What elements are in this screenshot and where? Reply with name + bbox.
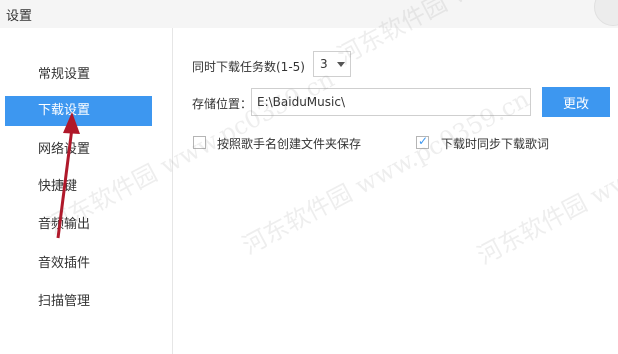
- sidebar-item-shortcuts[interactable]: 快捷键: [5, 172, 152, 202]
- task-count-label: 同时下载任务数(1-5): [192, 60, 305, 74]
- sidebar-item-download[interactable]: 下载设置: [5, 96, 152, 126]
- artist-folder-label: 按照歌手名创建文件夹保存: [217, 137, 362, 151]
- sidebar-item-audio-output[interactable]: 音频输出: [5, 210, 152, 240]
- window-control-button[interactable]: [594, 0, 618, 26]
- change-path-button[interactable]: 更改: [542, 87, 610, 117]
- sidebar-item-general[interactable]: 常规设置: [5, 60, 152, 90]
- sidebar-item-scan-management[interactable]: 扫描管理: [5, 287, 152, 317]
- sidebar-item-sound-effects[interactable]: 音效插件: [5, 249, 152, 279]
- sidebar-item-network[interactable]: 网络设置: [5, 135, 152, 165]
- checkmark-icon: ✓: [418, 134, 429, 148]
- storage-path-input[interactable]: [251, 88, 531, 116]
- chevron-down-icon: [337, 62, 345, 67]
- sync-lyrics-checkbox[interactable]: ✓: [416, 134, 429, 149]
- window-title: 设置: [6, 9, 33, 24]
- title-bar: 设置: [0, 0, 618, 28]
- task-count-select[interactable]: 3: [313, 51, 351, 77]
- storage-location-label: 存储位置：: [192, 97, 253, 111]
- settings-sidebar: 常规设置 下载设置 网络设置 快捷键 音频输出 音效插件 扫描管理: [0, 28, 173, 354]
- sync-lyrics-label: 下载时同步下载歌词: [441, 137, 550, 151]
- artist-folder-checkbox[interactable]: [193, 136, 206, 149]
- task-count-value: 3: [320, 57, 328, 71]
